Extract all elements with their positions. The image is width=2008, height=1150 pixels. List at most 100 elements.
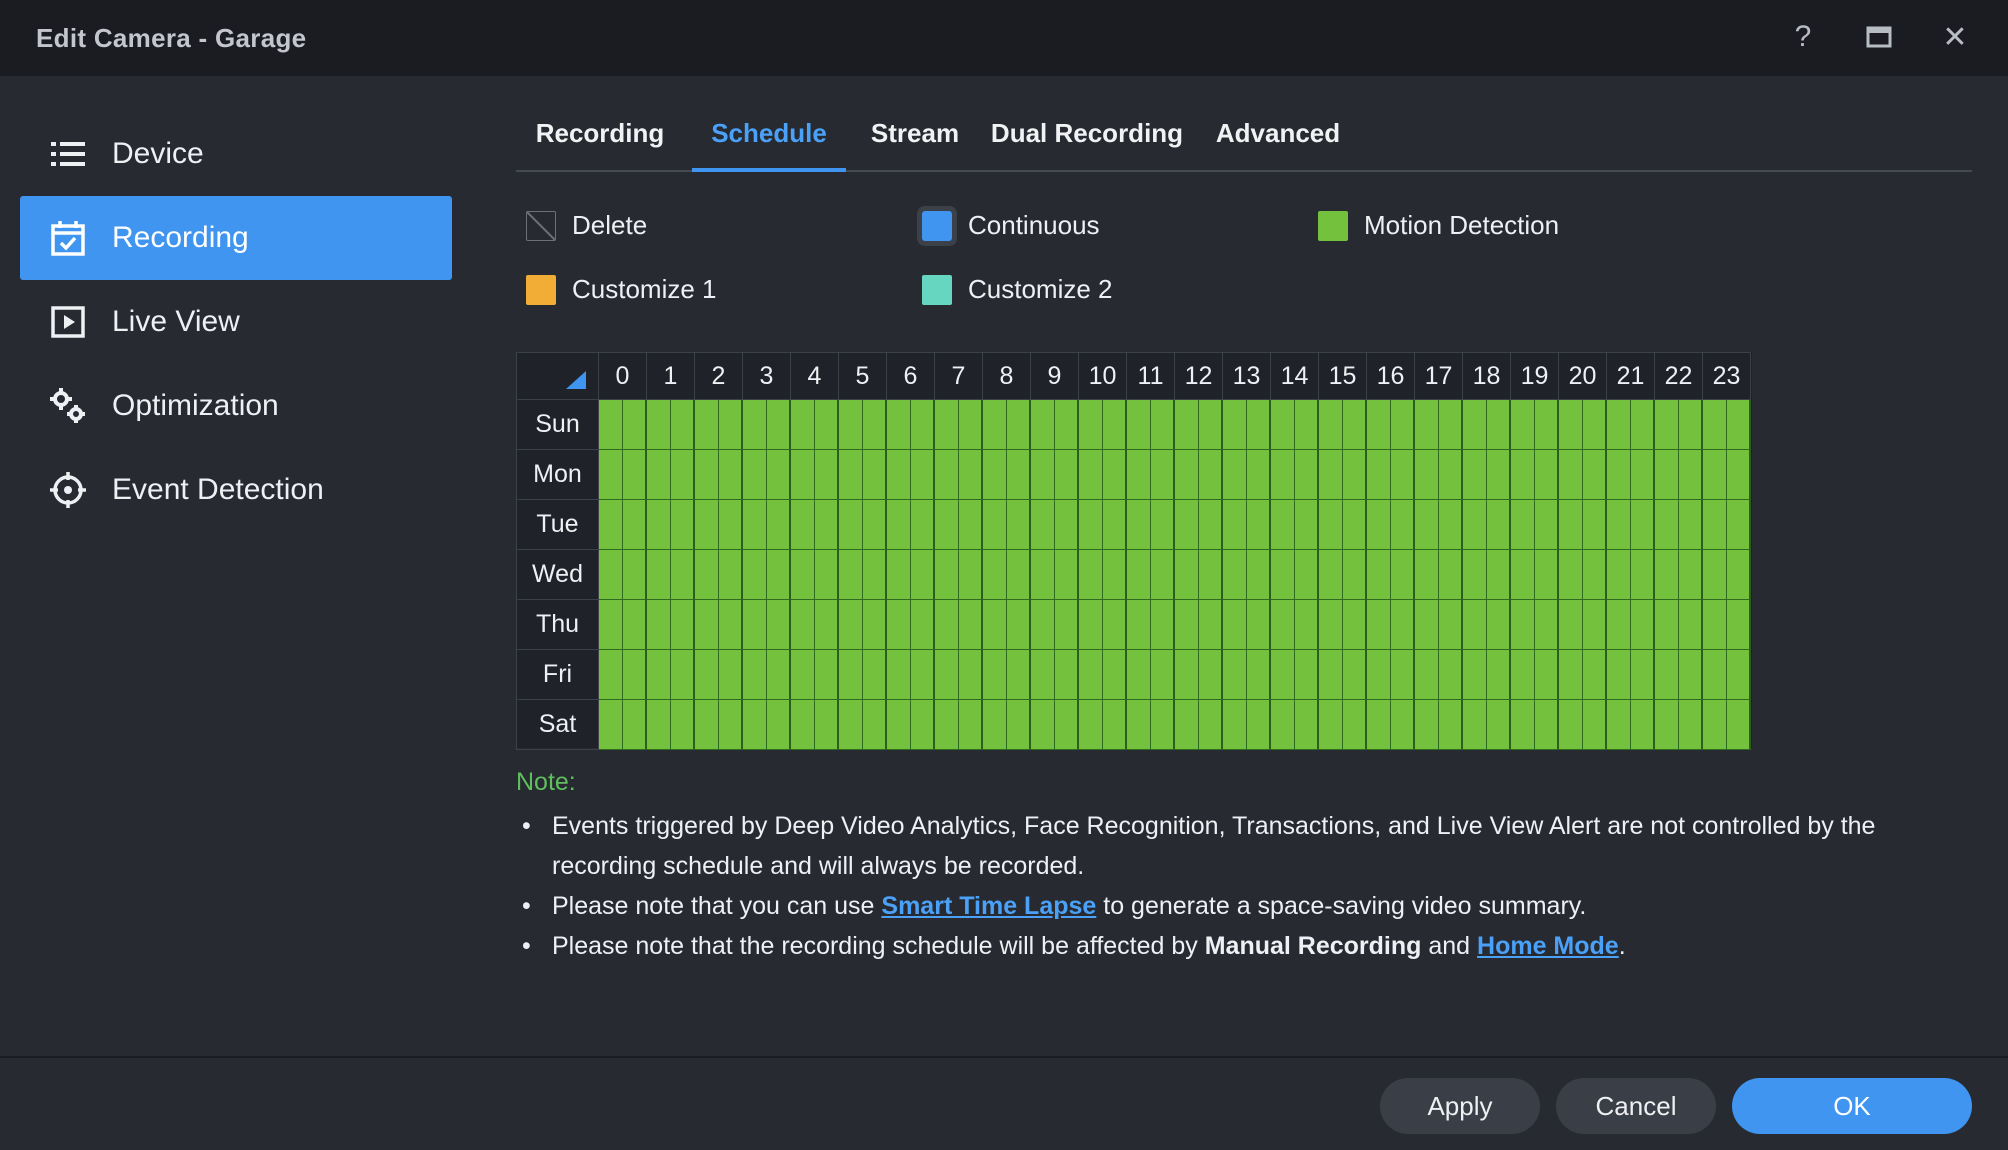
sidebar-item-event-detection[interactable]: Event Detection (20, 448, 452, 532)
schedule-cell[interactable] (1439, 600, 1463, 650)
schedule-cell[interactable] (1655, 500, 1679, 550)
schedule-cell[interactable] (1391, 400, 1415, 450)
schedule-cell[interactable] (1415, 500, 1439, 550)
schedule-cell[interactable] (767, 550, 791, 600)
schedule-cell[interactable] (791, 450, 815, 500)
maximize-icon[interactable] (1854, 14, 1904, 60)
schedule-cell[interactable] (1415, 650, 1439, 700)
schedule-cell[interactable] (887, 500, 911, 550)
schedule-cell[interactable] (887, 550, 911, 600)
schedule-cell[interactable] (743, 500, 767, 550)
schedule-cell[interactable] (1463, 700, 1487, 750)
schedule-cell[interactable] (1487, 600, 1511, 650)
schedule-cell[interactable] (1031, 500, 1055, 550)
schedule-cell[interactable] (1487, 550, 1511, 600)
schedule-cell[interactable] (599, 450, 623, 500)
schedule-cell[interactable] (1511, 500, 1535, 550)
schedule-cell[interactable] (1415, 550, 1439, 600)
schedule-cell[interactable] (719, 450, 743, 500)
schedule-cell[interactable] (623, 700, 647, 750)
schedule-cell[interactable] (743, 450, 767, 500)
schedule-cell[interactable] (1271, 700, 1295, 750)
schedule-cell[interactable] (887, 450, 911, 500)
schedule-cell[interactable] (1007, 500, 1031, 550)
schedule-cell[interactable] (1703, 450, 1727, 500)
schedule-cell[interactable] (1655, 550, 1679, 600)
schedule-cell[interactable] (1511, 700, 1535, 750)
day-label[interactable]: Tue (516, 500, 599, 550)
schedule-cell[interactable] (1679, 550, 1703, 600)
schedule-cell[interactable] (1007, 550, 1031, 600)
schedule-cell[interactable] (1031, 450, 1055, 500)
tab-schedule[interactable]: Schedule (692, 108, 846, 172)
schedule-cell[interactable] (1679, 500, 1703, 550)
schedule-cell[interactable] (983, 700, 1007, 750)
schedule-cell[interactable] (599, 400, 623, 450)
schedule-cell[interactable] (1607, 700, 1631, 750)
schedule-cell[interactable] (671, 500, 695, 550)
schedule-cell[interactable] (887, 600, 911, 650)
schedule-cell[interactable] (1055, 700, 1079, 750)
schedule-cell[interactable] (959, 500, 983, 550)
schedule-cell[interactable] (767, 400, 791, 450)
schedule-cell[interactable] (1535, 650, 1559, 700)
schedule-cell[interactable] (1391, 500, 1415, 550)
schedule-cell[interactable] (1055, 450, 1079, 500)
schedule-cell[interactable] (1319, 450, 1343, 500)
schedule-cell[interactable] (695, 700, 719, 750)
schedule-cell[interactable] (599, 700, 623, 750)
schedule-cell[interactable] (1007, 450, 1031, 500)
schedule-cell[interactable] (647, 500, 671, 550)
schedule-cell[interactable] (791, 400, 815, 450)
schedule-cell[interactable] (815, 400, 839, 450)
hour-header[interactable]: 13 (1223, 352, 1271, 400)
schedule-cell[interactable] (1079, 600, 1103, 650)
schedule-cell[interactable] (1247, 600, 1271, 650)
sidebar-item-live-view[interactable]: Live View (20, 280, 452, 364)
schedule-cell[interactable] (1175, 600, 1199, 650)
schedule-cell[interactable] (1367, 700, 1391, 750)
schedule-cell[interactable] (1535, 700, 1559, 750)
schedule-cell[interactable] (1631, 650, 1655, 700)
legend-continuous[interactable]: Continuous (922, 210, 1100, 241)
schedule-cell[interactable] (1319, 550, 1343, 600)
schedule-cell[interactable] (1439, 550, 1463, 600)
schedule-cell[interactable] (1487, 500, 1511, 550)
schedule-cell[interactable] (1511, 650, 1535, 700)
schedule-cell[interactable] (1223, 500, 1247, 550)
schedule-cell[interactable] (1703, 400, 1727, 450)
hour-header[interactable]: 4 (791, 352, 839, 400)
schedule-cell[interactable] (1151, 600, 1175, 650)
schedule-cell[interactable] (1199, 600, 1223, 650)
schedule-cell[interactable] (815, 600, 839, 650)
close-icon[interactable]: ✕ (1930, 14, 1980, 60)
schedule-cell[interactable] (1655, 600, 1679, 650)
schedule-cell[interactable] (959, 450, 983, 500)
schedule-cell[interactable] (1535, 550, 1559, 600)
schedule-cell[interactable] (1007, 650, 1031, 700)
schedule-cell[interactable] (1247, 550, 1271, 600)
schedule-cell[interactable] (791, 600, 815, 650)
hour-header[interactable]: 22 (1655, 352, 1703, 400)
schedule-cell[interactable] (1511, 600, 1535, 650)
schedule-cell[interactable] (935, 400, 959, 450)
sidebar-item-recording[interactable]: Recording (20, 196, 452, 280)
cancel-button[interactable]: Cancel (1556, 1078, 1716, 1134)
schedule-cell[interactable] (1295, 650, 1319, 700)
schedule-cell[interactable] (1583, 550, 1607, 600)
schedule-cell[interactable] (1343, 600, 1367, 650)
schedule-cell[interactable] (1535, 400, 1559, 450)
schedule-cell[interactable] (1511, 450, 1535, 500)
schedule-cell[interactable] (1295, 500, 1319, 550)
schedule-cell[interactable] (1007, 600, 1031, 650)
schedule-cell[interactable] (1415, 450, 1439, 500)
schedule-cell[interactable] (743, 700, 767, 750)
schedule-cell[interactable] (1319, 600, 1343, 650)
schedule-cell[interactable] (623, 550, 647, 600)
schedule-cell[interactable] (1463, 650, 1487, 700)
schedule-cell[interactable] (743, 550, 767, 600)
smart-time-lapse-link[interactable]: Smart Time Lapse (881, 892, 1096, 920)
schedule-cell[interactable] (1343, 700, 1367, 750)
schedule-cell[interactable] (1103, 600, 1127, 650)
hour-header[interactable]: 7 (935, 352, 983, 400)
